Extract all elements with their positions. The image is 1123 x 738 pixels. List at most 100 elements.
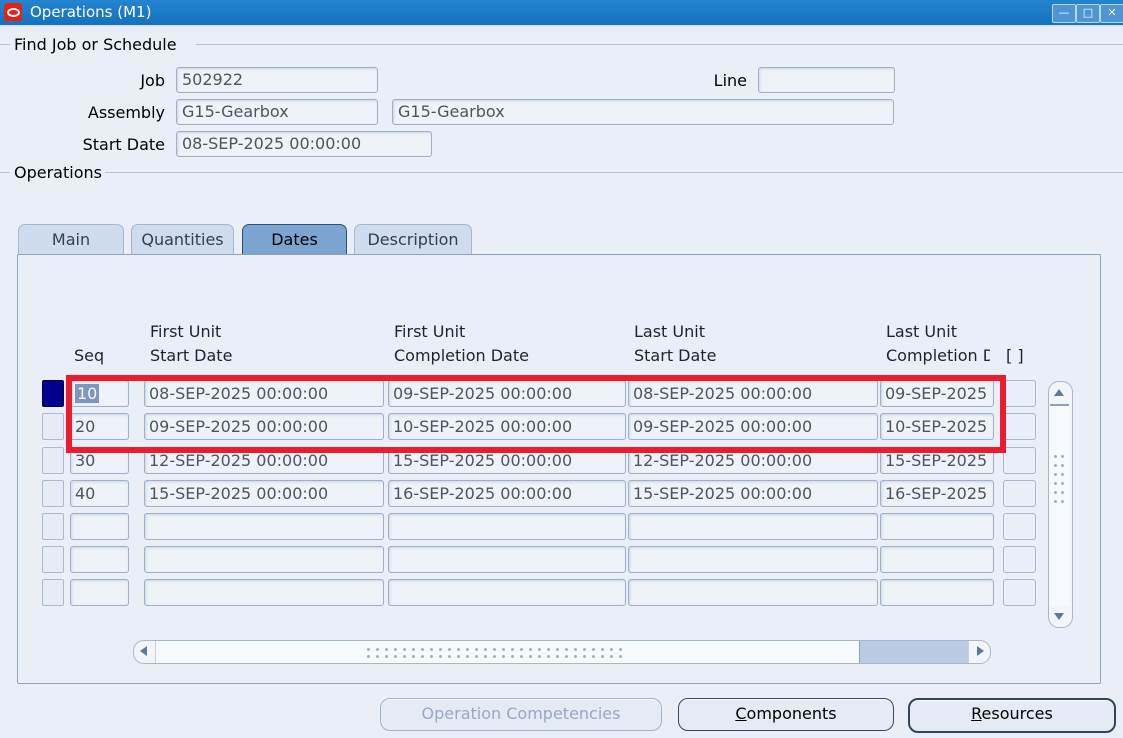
seq-field[interactable]: 30 bbox=[70, 447, 129, 474]
tab-dates[interactable]: Dates bbox=[242, 224, 347, 255]
last-unit-completion-field[interactable]: 15-SEP-2025 00:00:00 bbox=[880, 447, 994, 474]
first-unit-start-field[interactable]: 09-SEP-2025 00:00:00 bbox=[144, 413, 384, 440]
last-unit-completion-field[interactable]: 16-SEP-2025 00:00:00 bbox=[880, 480, 994, 507]
seq-field[interactable]: 20 bbox=[70, 413, 129, 440]
line-label: Line bbox=[645, 71, 747, 90]
tab-quantities[interactable]: Quantities bbox=[131, 224, 234, 255]
scroll-right-button[interactable] bbox=[968, 641, 990, 663]
header-flex: [ ] bbox=[1006, 346, 1024, 365]
scroll-left-button[interactable] bbox=[134, 641, 156, 663]
table-row: 40 15-SEP-2025 00:00:00 16-SEP-2025 00:0… bbox=[0, 480, 1123, 507]
table-row: 30 12-SEP-2025 00:00:00 15-SEP-2025 00:0… bbox=[0, 447, 1123, 474]
first-unit-start-field[interactable] bbox=[144, 579, 384, 606]
last-unit-start-field[interactable] bbox=[628, 579, 878, 606]
flex-field[interactable] bbox=[1003, 447, 1036, 474]
window-title: Operations (M1) bbox=[30, 0, 151, 25]
line-field[interactable] bbox=[758, 67, 895, 93]
last-unit-start-field[interactable]: 15-SEP-2025 00:00:00 bbox=[628, 480, 878, 507]
vertical-scrollbar[interactable] bbox=[1048, 381, 1073, 628]
minimize-button[interactable]: — bbox=[1052, 4, 1076, 23]
start-date-field[interactable]: 08-SEP-2025 00:00:00 bbox=[176, 131, 432, 157]
last-unit-completion-field[interactable] bbox=[880, 513, 994, 540]
find-section-title: Find Job or Schedule bbox=[14, 35, 177, 54]
header-last-unit-completion-2: Completion Date bbox=[886, 346, 990, 365]
seq-field[interactable]: 10 bbox=[70, 380, 129, 407]
first-unit-completion-field[interactable] bbox=[388, 579, 626, 606]
header-first-unit-start-2: Start Date bbox=[150, 346, 232, 365]
last-unit-start-field[interactable] bbox=[628, 513, 878, 540]
start-date-label: Start Date bbox=[60, 135, 165, 154]
first-unit-start-field[interactable]: 08-SEP-2025 00:00:00 bbox=[144, 380, 384, 407]
tab-main[interactable]: Main bbox=[18, 224, 124, 255]
first-unit-completion-field[interactable]: 09-SEP-2025 00:00:00 bbox=[388, 380, 626, 407]
record-selector[interactable] bbox=[42, 579, 64, 606]
header-last-unit-start-1: Last Unit bbox=[634, 322, 705, 341]
close-button[interactable]: ✕ bbox=[1100, 4, 1123, 23]
first-unit-completion-field[interactable]: 16-SEP-2025 00:00:00 bbox=[388, 480, 626, 507]
oracle-logo-icon bbox=[4, 3, 22, 21]
flex-field[interactable] bbox=[1003, 413, 1036, 440]
seq-field[interactable] bbox=[70, 546, 129, 573]
last-unit-completion-field[interactable] bbox=[880, 546, 994, 573]
table-row: 10 08-SEP-2025 00:00:00 09-SEP-2025 00:0… bbox=[0, 380, 1123, 407]
arrow-right-icon bbox=[977, 646, 984, 656]
assembly-description-field[interactable]: G15-Gearbox bbox=[392, 99, 894, 125]
scrollbar-grip-dots bbox=[1052, 452, 1065, 508]
last-unit-start-field[interactable]: 12-SEP-2025 00:00:00 bbox=[628, 447, 878, 474]
last-unit-start-field[interactable]: 09-SEP-2025 00:00:00 bbox=[628, 413, 878, 440]
header-seq: Seq bbox=[74, 346, 104, 365]
seq-field[interactable]: 40 bbox=[70, 480, 129, 507]
arrow-up-icon bbox=[1054, 389, 1064, 396]
first-unit-completion-field[interactable] bbox=[388, 546, 626, 573]
first-unit-completion-field[interactable]: 15-SEP-2025 00:00:00 bbox=[388, 447, 626, 474]
first-unit-start-field[interactable] bbox=[144, 546, 384, 573]
table-row bbox=[0, 546, 1123, 573]
flex-field[interactable] bbox=[1003, 513, 1036, 540]
first-unit-completion-field[interactable]: 10-SEP-2025 00:00:00 bbox=[388, 413, 626, 440]
seq-field[interactable] bbox=[70, 579, 129, 606]
flex-field[interactable] bbox=[1003, 380, 1036, 407]
header-last-unit-start-2: Start Date bbox=[634, 346, 716, 365]
table-row: 20 09-SEP-2025 00:00:00 10-SEP-2025 00:0… bbox=[0, 413, 1123, 440]
assembly-label: Assembly bbox=[60, 103, 165, 122]
first-unit-start-field[interactable]: 12-SEP-2025 00:00:00 bbox=[144, 447, 384, 474]
record-selector[interactable] bbox=[42, 447, 64, 474]
record-selector[interactable] bbox=[42, 513, 64, 540]
operations-window: Operations (M1) — □ ✕ Find Job or Schedu… bbox=[0, 0, 1123, 738]
record-selector[interactable] bbox=[42, 480, 64, 507]
last-unit-completion-field[interactable]: 09-SEP-2025 00:00:00 bbox=[880, 380, 994, 407]
tab-description[interactable]: Description bbox=[354, 224, 472, 255]
last-unit-completion-field[interactable]: 10-SEP-2025 00:00:00 bbox=[880, 413, 994, 440]
record-selector[interactable] bbox=[42, 413, 64, 440]
first-unit-start-field[interactable] bbox=[144, 513, 384, 540]
components-button[interactable]: Components bbox=[678, 698, 894, 731]
header-first-unit-completion-1: First Unit bbox=[394, 322, 465, 341]
record-selector[interactable] bbox=[42, 380, 64, 407]
arrow-down-icon[interactable] bbox=[1054, 613, 1064, 620]
operations-section-title: Operations bbox=[14, 163, 102, 182]
header-first-unit-completion-2: Completion Date bbox=[394, 346, 529, 365]
seq-field[interactable] bbox=[70, 513, 129, 540]
resources-button[interactable]: Resources bbox=[908, 698, 1116, 733]
first-unit-start-field[interactable]: 15-SEP-2025 00:00:00 bbox=[144, 480, 384, 507]
scroll-up-button[interactable] bbox=[1049, 382, 1070, 402]
arrow-left-icon bbox=[140, 646, 147, 656]
first-unit-completion-field[interactable] bbox=[388, 513, 626, 540]
record-selector[interactable] bbox=[42, 546, 64, 573]
maximize-button[interactable]: □ bbox=[1076, 4, 1100, 23]
scrollbar-grip-dots bbox=[364, 646, 624, 658]
last-unit-start-field[interactable] bbox=[628, 546, 878, 573]
flex-field[interactable] bbox=[1003, 579, 1036, 606]
flex-field[interactable] bbox=[1003, 480, 1036, 507]
table-row bbox=[0, 579, 1123, 606]
job-field[interactable]: 502922 bbox=[176, 67, 378, 93]
title-bar: Operations (M1) — □ ✕ bbox=[0, 0, 1123, 25]
horizontal-scrollbar[interactable] bbox=[133, 640, 991, 664]
last-unit-start-field[interactable]: 08-SEP-2025 00:00:00 bbox=[628, 380, 878, 407]
job-label: Job bbox=[60, 71, 165, 90]
header-first-unit-start-1: First Unit bbox=[150, 322, 221, 341]
table-row bbox=[0, 513, 1123, 540]
flex-field[interactable] bbox=[1003, 546, 1036, 573]
last-unit-completion-field[interactable] bbox=[880, 579, 994, 606]
assembly-field[interactable]: G15-Gearbox bbox=[176, 99, 378, 125]
